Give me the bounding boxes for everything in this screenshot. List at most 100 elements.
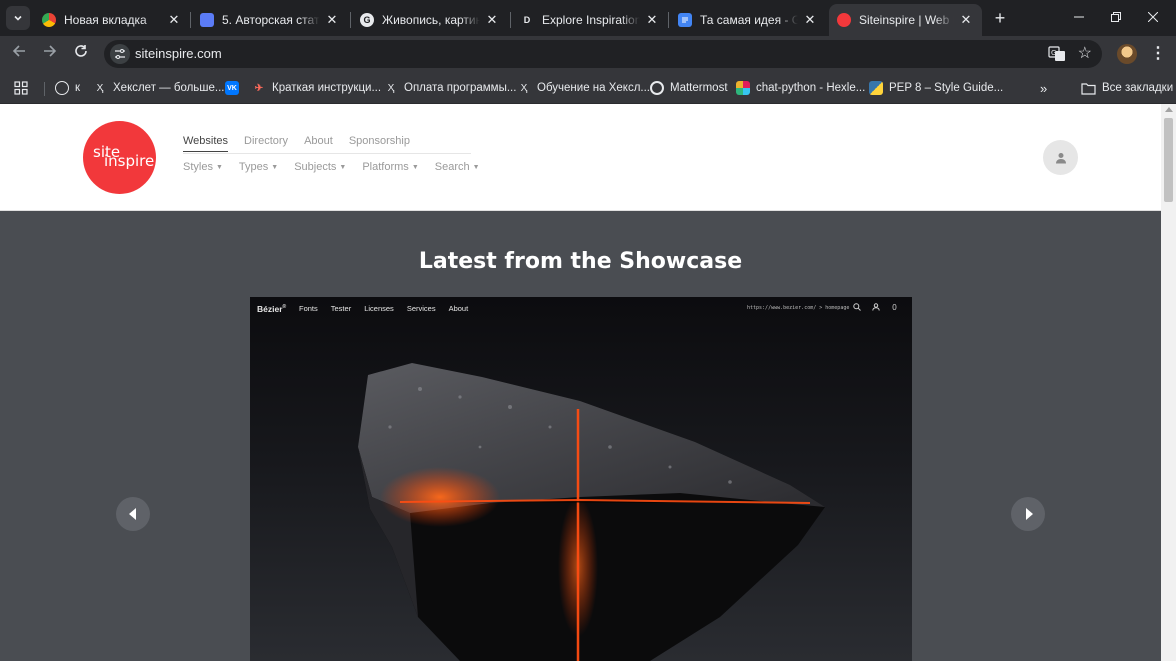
slack-icon — [736, 81, 750, 95]
slide-link: Licenses — [364, 304, 394, 313]
back-button[interactable] — [7, 42, 31, 66]
bookmarks-bar: к VK Ҳ Хекслет — больше... ✈ Краткая инс… — [0, 72, 1176, 104]
nav-about[interactable]: About — [304, 135, 333, 152]
tab-google-docs[interactable]: Та самая идея - Google ✕ — [670, 4, 826, 36]
showcase-slide[interactable]: Bézier® Fonts Tester Licenses Services A… — [250, 297, 912, 661]
apps-button[interactable] — [14, 78, 28, 98]
close-tab-icon[interactable]: ✕ — [484, 12, 500, 28]
chrome-icon — [42, 13, 56, 27]
slide-link: Tester — [330, 304, 352, 313]
globe-icon — [55, 81, 69, 95]
tune-icon — [115, 49, 125, 59]
tab-new-tab[interactable]: Новая вкладка ✕ — [34, 4, 190, 36]
tab-painting[interactable]: G Живопись, картины ✕ — [352, 4, 508, 36]
new-tab-button[interactable]: + — [990, 8, 1010, 28]
hexlet-icon: Ҳ — [387, 82, 395, 94]
hexlet-icon: Ҳ — [520, 82, 528, 94]
filter-types[interactable]: Types ▼ — [239, 161, 278, 173]
page-scrollbar[interactable] — [1161, 104, 1176, 661]
caret-down-icon: ▼ — [271, 163, 279, 171]
close-tab-icon[interactable]: ✕ — [802, 12, 818, 28]
close-tab-icon[interactable]: ✕ — [166, 12, 182, 28]
bookmark-item[interactable]: ✈ Краткая инструкци... — [252, 78, 381, 98]
arrow-left-icon — [128, 508, 136, 520]
lava-rock-image — [358, 363, 825, 661]
bookmark-star-icon[interactable]: ☆ — [1078, 43, 1092, 63]
filter-search[interactable]: Search ▼ — [435, 161, 480, 173]
tab-title: Та самая идея - Google — [700, 13, 798, 27]
tab-title: Новая вкладка — [64, 13, 147, 27]
close-tab-icon[interactable]: ✕ — [958, 12, 974, 28]
restore-button[interactable] — [1106, 8, 1126, 28]
bookmark-item[interactable]: PEP 8 – Style Guide... — [869, 78, 1003, 98]
caret-down-icon: ▼ — [411, 163, 419, 171]
filter-platforms[interactable]: Platforms ▼ — [362, 161, 418, 173]
tab-separator — [190, 12, 191, 28]
tab-docx[interactable]: 5. Авторская статья.docx ✕ — [192, 4, 348, 36]
minimize-button[interactable] — [1069, 8, 1089, 28]
primary-nav: Websites Directory About Sponsorship — [183, 135, 410, 152]
bookmark-item[interactable]: к — [55, 78, 80, 98]
bookmark-label: chat-python - Hexle... — [756, 82, 866, 94]
search-icon — [852, 303, 861, 312]
bookmark-item[interactable]: Mattermost — [650, 78, 728, 98]
bookmark-item[interactable]: Ҳ Оплата программы... — [384, 78, 517, 98]
google-g-icon: G — [360, 13, 374, 27]
site-info-button[interactable] — [110, 44, 130, 64]
url-text[interactable]: siteinspire.com — [135, 46, 222, 61]
tab-title: 5. Авторская статья.docx — [222, 13, 320, 27]
tab-strip: Новая вкладка ✕ 5. Авторская статья.docx… — [0, 0, 1176, 36]
filter-subjects[interactable]: Subjects ▼ — [294, 161, 346, 173]
bookmark-label: Краткая инструкци... — [272, 82, 382, 94]
all-bookmarks-button[interactable]: Все закладки — [1081, 78, 1173, 98]
google-docs-icon — [678, 13, 692, 27]
caret-down-icon: ▼ — [472, 163, 480, 171]
bookmark-item[interactable]: Ҳ Хекслет — больше... — [93, 78, 225, 98]
tab-search-button[interactable] — [6, 6, 30, 30]
carousel-next-button[interactable] — [1011, 497, 1045, 531]
user-account-button[interactable] — [1043, 140, 1078, 175]
carousel-prev-button[interactable] — [116, 497, 150, 531]
more-menu-icon[interactable]: ⋮ — [1150, 44, 1166, 64]
close-tab-icon[interactable]: ✕ — [324, 12, 340, 28]
slide-brand: Bézier® — [257, 304, 286, 314]
bookmark-item[interactable]: VK — [225, 78, 245, 98]
translate-button[interactable]: G — [1048, 45, 1066, 63]
siteinspire-logo[interactable]: site inspire — [83, 121, 156, 194]
arrow-left-icon — [12, 45, 25, 57]
account-icon — [871, 303, 880, 312]
cart-count: 0 — [892, 303, 897, 312]
slide-link: About — [448, 304, 469, 313]
slide-link: Services — [406, 304, 436, 313]
tab-title: Живопись, картины — [382, 13, 480, 27]
user-icon — [1055, 152, 1066, 163]
tab-explore[interactable]: D Explore Inspiration on ✕ — [512, 4, 668, 36]
close-icon — [1147, 11, 1159, 23]
close-tab-icon[interactable]: ✕ — [644, 12, 660, 28]
double-chevron-right-icon: » — [1040, 80, 1048, 96]
filter-label: Subjects — [294, 161, 337, 173]
address-bar[interactable]: siteinspire.com G ☆ — [104, 40, 1102, 68]
reload-icon — [75, 45, 87, 57]
more-bookmarks-button[interactable]: » — [1040, 78, 1047, 98]
site-header: site inspire Websites Directory About Sp… — [0, 104, 1161, 211]
nav-sponsorship[interactable]: Sponsorship — [349, 135, 410, 152]
close-window-button[interactable] — [1143, 8, 1163, 28]
forward-button[interactable] — [38, 42, 62, 66]
profile-avatar[interactable] — [1117, 44, 1137, 64]
tab-siteinspire[interactable]: Siteinspire | Web Design ✕ — [829, 4, 982, 36]
filter-label: Platforms — [362, 161, 409, 173]
filter-styles[interactable]: Styles ▼ — [183, 161, 223, 173]
nav-directory[interactable]: Directory — [244, 135, 288, 152]
bookmark-label: Оплата программы... — [404, 82, 517, 94]
minimize-icon — [1074, 16, 1084, 18]
reload-button[interactable] — [69, 42, 93, 66]
scrollbar-thumb[interactable] — [1164, 118, 1173, 202]
bookmark-label: к — [75, 82, 81, 94]
tab-separator — [350, 12, 351, 28]
bookmark-item[interactable]: Ҳ Обучение на Хексл... — [517, 78, 650, 98]
scroll-up-icon[interactable] — [1165, 107, 1173, 112]
bookmark-item[interactable]: chat-python - Hexle... — [736, 78, 865, 98]
nav-websites[interactable]: Websites — [183, 135, 229, 152]
filter-label: Types — [238, 161, 269, 173]
